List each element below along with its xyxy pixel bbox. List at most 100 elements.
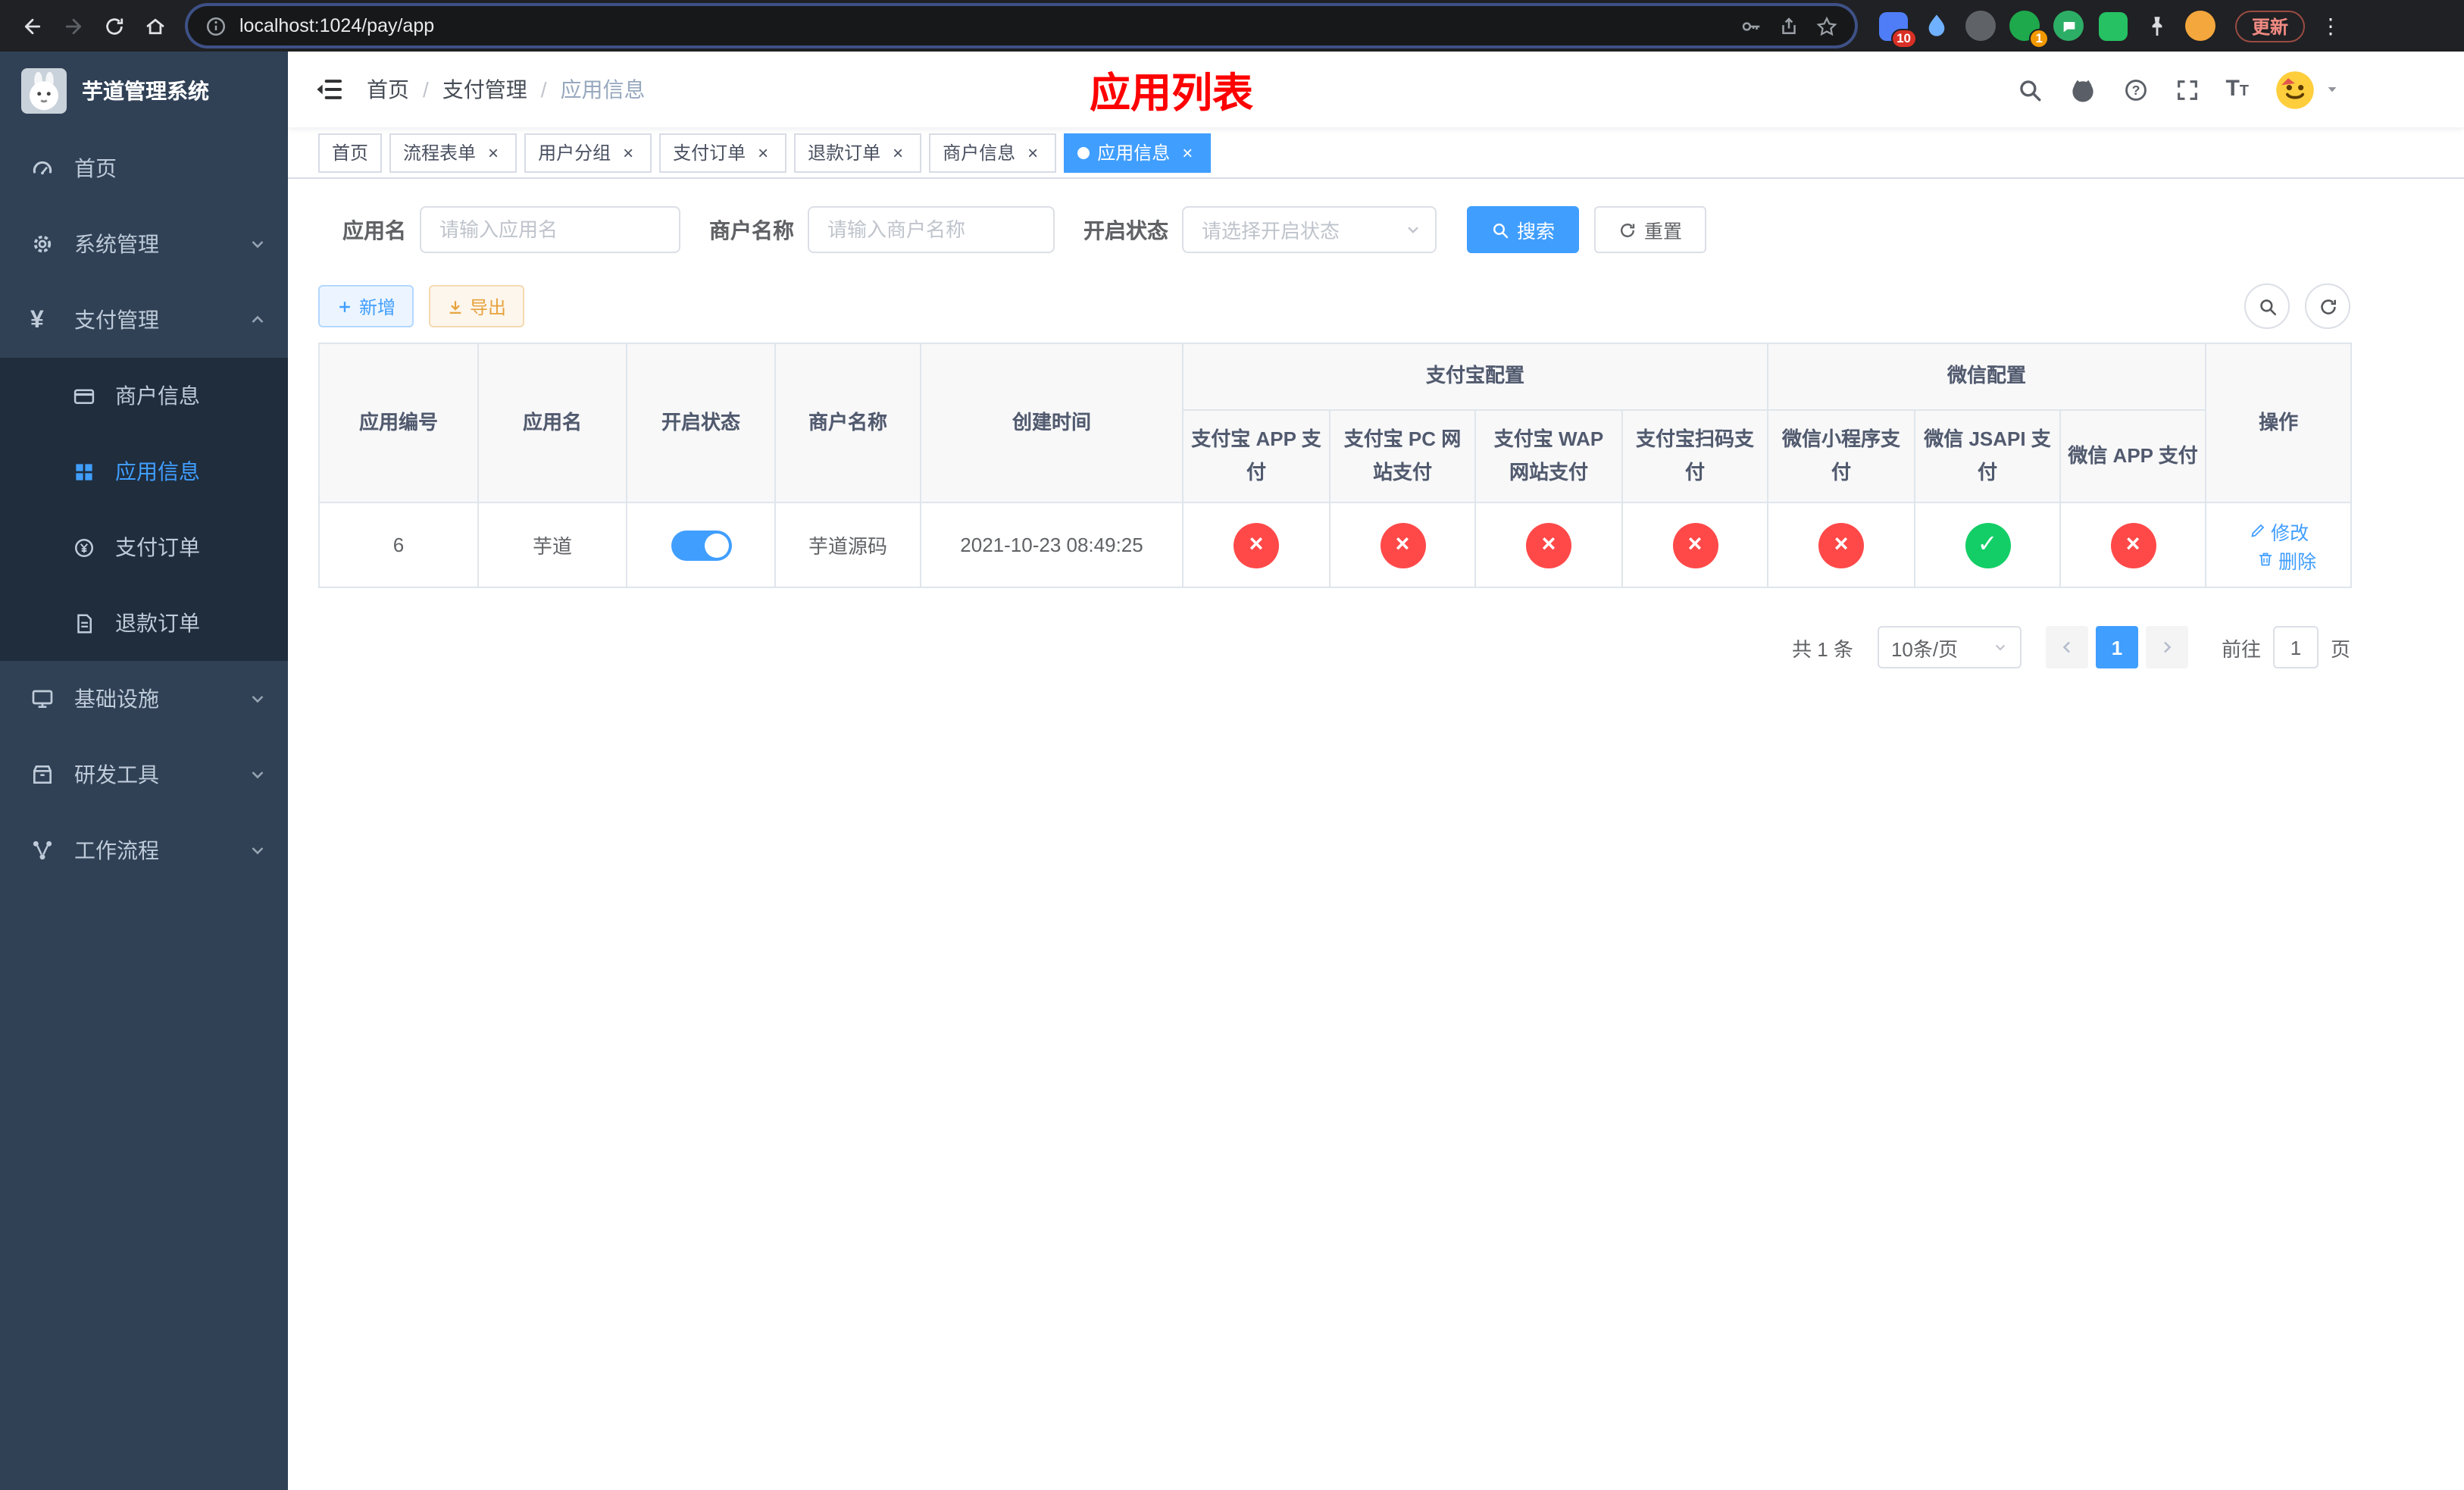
delete-link[interactable]: 删除 [2256,545,2316,574]
breadcrumb: 首页 / 支付管理 / 应用信息 [367,74,646,105]
grid-icon [73,460,95,483]
chevron-down-icon [249,765,267,784]
browser-toolbar: localhost:1024/pay/app 10 1 更新 ⋮ [0,0,2464,52]
col-alipay-pc: 支付宝 PC 网站支付 [1329,408,1476,504]
export-button[interactable]: 导出 [429,285,525,327]
drop-extension-icon[interactable] [1920,9,1953,42]
pagination: 共 1 条 10条/页 1 前往 页 [318,626,2350,669]
prev-page-button[interactable] [2045,626,2088,669]
col-app-id: 应用编号 [318,342,479,504]
col-status: 开启状态 [626,342,776,504]
user-menu[interactable] [2275,69,2340,110]
refresh-table-button[interactable] [2305,283,2350,329]
chevron-down-icon [1993,640,2008,655]
edit-link[interactable]: 修改 [2248,516,2309,545]
password-key-icon[interactable] [1740,14,1762,37]
logo-rabbit-image [21,68,67,114]
tab-home[interactable]: 首页 [318,133,383,172]
close-icon[interactable] [483,142,503,162]
status-select[interactable]: 请选择开启状态 [1182,206,1437,253]
close-icon[interactable] [753,142,773,162]
github-icon[interactable] [2068,75,2097,104]
sidebar-item-workflow[interactable]: 工作流程 [0,812,288,888]
top-navbar: 首页 / 支付管理 / 应用信息 应用列表 [288,52,2464,127]
share-icon[interactable] [1778,14,1800,37]
goto-page-input[interactable] [2272,626,2319,669]
search-icon [1491,221,1509,239]
reset-button[interactable]: 重置 [1594,206,1707,253]
user-avatar[interactable] [2275,69,2315,110]
app-name-input[interactable] [420,206,680,253]
sidebar-item-dev-tools[interactable]: 研发工具 [0,737,288,812]
url-text[interactable]: localhost:1024/pay/app [239,15,1724,36]
breadcrumb-separator: / [540,77,547,102]
sidebar-item-app-info[interactable]: 应用信息 [0,434,288,509]
puzzle-extension-icon[interactable]: 10 [1876,9,1917,49]
page-number-button[interactable]: 1 [2095,626,2138,669]
green-extension-icon[interactable]: 1 [2008,9,2049,49]
cell-actions: 修改 删除 [2205,502,2353,589]
sidebar-item-infrastructure[interactable]: 基础设施 [0,661,288,737]
sidebar-collapse-icon[interactable] [314,74,344,105]
chat-extension-icon[interactable] [2052,9,2085,42]
sidebar-item-system[interactable]: 系统管理 [0,206,288,282]
tab-merchant-info[interactable]: 商户信息 [929,133,1057,172]
help-icon[interactable] [2122,77,2148,102]
tab-refund-orders[interactable]: 退款订单 [794,133,922,172]
browser-reload-button[interactable] [94,5,135,46]
group-alipay-config: 支付宝配置 [1181,343,1769,411]
browser-home-button[interactable] [135,5,176,46]
search-icon[interactable] [2016,77,2042,102]
toolbox-icon [30,762,55,787]
wechat-jsapi-status-icon: ✓ [1965,522,2011,568]
breadcrumb-home[interactable]: 首页 [367,74,409,105]
cell-status [626,502,776,589]
sidebar-item-refund-orders[interactable]: 退款订单 [0,585,288,661]
fullscreen-icon[interactable] [2174,77,2200,102]
tab-pay-orders[interactable]: 支付订单 [659,133,787,172]
tab-app-info[interactable]: 应用信息 [1064,133,1212,172]
browser-forward-button[interactable] [53,5,94,46]
apps-table: 应用编号 应用名 开启状态 商户名称 创建时间 支付宝配置 微信配置 操作 支付… [318,342,2353,589]
cell-app-id: 6 [318,502,479,589]
col-merchant: 商户名称 [774,342,921,504]
toggle-search-button[interactable] [2244,283,2290,329]
app-logo[interactable]: 芋道管理系统 [0,52,288,130]
sidebar: 芋道管理系统 首页 系统管理 支付管理 商户信息 [0,52,288,1490]
screen: localhost:1024/pay/app 10 1 更新 ⋮ 芋道管理系统 … [0,0,2464,1490]
status-switch[interactable] [671,530,731,561]
profile-avatar-icon[interactable] [2184,9,2217,42]
add-button[interactable]: 新增 [318,285,414,327]
pin-extension-icon[interactable] [2140,9,2173,42]
close-icon[interactable] [888,142,908,162]
bookmark-star-icon[interactable] [1815,14,1838,37]
table-toolbar: 新增 导出 [318,283,2350,329]
page-size-select[interactable]: 10条/页 [1877,626,2022,669]
page-title: 应用列表 [1090,70,1253,116]
sidebar-item-home[interactable]: 首页 [0,130,288,206]
col-wechat-mini: 微信小程序支付 [1767,408,1916,504]
merchant-name-input[interactable] [808,206,1055,253]
monitor-icon [30,687,55,711]
navbar-actions [2016,69,2340,110]
close-icon[interactable] [618,142,638,162]
next-page-button[interactable] [2145,626,2188,669]
sidebar-item-pay-orders[interactable]: 支付订单 [0,509,288,585]
browser-update-button[interactable]: 更新 [2235,10,2306,42]
dark-extension-icon[interactable] [1964,9,1997,42]
search-button[interactable]: 搜索 [1467,206,1580,253]
tab-process-form[interactable]: 流程表单 [389,133,518,172]
tab-user-group[interactable]: 用户分组 [524,133,652,172]
sidebar-item-merchant-info[interactable]: 商户信息 [0,358,288,434]
sidebar-item-payment[interactable]: 支付管理 [0,282,288,358]
address-bar[interactable]: localhost:1024/pay/app [188,6,1855,45]
square-extension-icon[interactable] [2096,9,2129,42]
browser-back-button[interactable] [12,5,53,46]
browser-menu-icon[interactable] [2317,13,2344,39]
font-size-icon[interactable] [2225,77,2249,102]
breadcrumb-payment[interactable]: 支付管理 [442,74,527,105]
close-icon[interactable] [1023,142,1043,162]
site-info-icon[interactable] [205,14,227,37]
close-icon[interactable] [1177,142,1197,162]
chevron-down-icon [1405,221,1421,238]
